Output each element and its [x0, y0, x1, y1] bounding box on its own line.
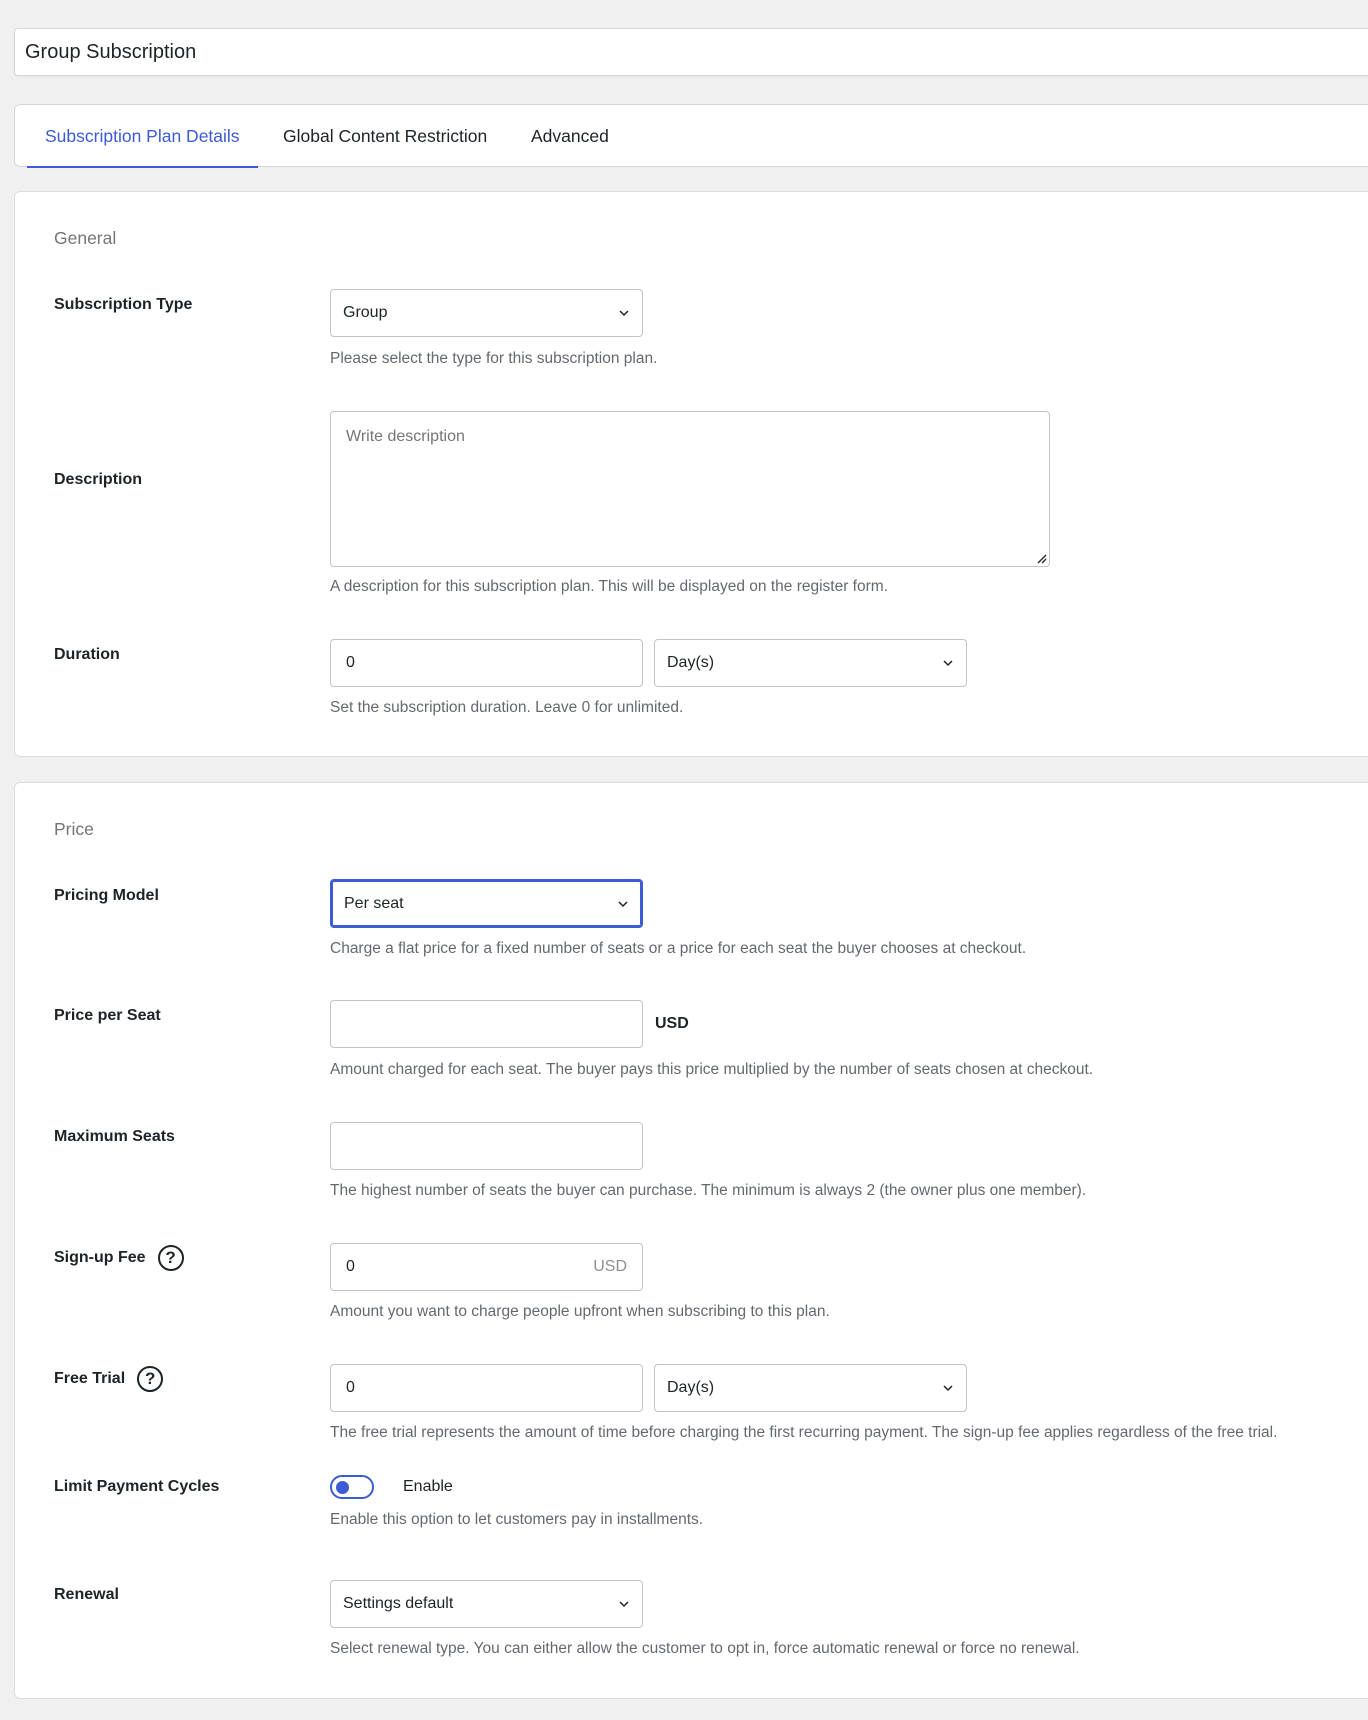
pricing-model-select[interactable]: Per seat [330, 879, 643, 928]
free-trial-value: 0 [346, 1379, 355, 1396]
signup-fee-label: Sign-up Fee ? [54, 1244, 184, 1272]
subscription-type-label: Subscription Type [54, 291, 192, 319]
signup-fee-value: 0 [346, 1258, 355, 1275]
subscription-type-value: Group [343, 304, 388, 321]
chevron-down-icon [943, 1385, 953, 1392]
chevron-down-icon [619, 310, 629, 317]
subscription-type-help: Please select the type for this subscrip… [330, 350, 658, 367]
signup-fee-input[interactable]: 0 USD [330, 1243, 643, 1291]
renewal-select[interactable]: Settings default [330, 1580, 643, 1628]
chevron-down-icon [618, 900, 628, 907]
limit-payment-cycles-toggle-label: Enable [403, 1478, 453, 1495]
duration-value: 0 [346, 654, 355, 671]
description-placeholder: Write description [346, 428, 465, 445]
tab-advanced[interactable]: Advanced [513, 105, 627, 167]
duration-input[interactable]: 0 [330, 639, 643, 687]
renewal-value: Settings default [343, 1595, 454, 1612]
subscription-type-select[interactable]: Group [330, 289, 643, 337]
tab-subscription-plan-details[interactable]: Subscription Plan Details [27, 105, 258, 168]
general-section: General Subscription Type Group Please s… [14, 191, 1368, 757]
chevron-down-icon [943, 660, 953, 667]
signup-fee-help: Amount you want to charge people upfront… [330, 1303, 830, 1320]
price-section-title: Price [54, 819, 94, 839]
help-icon[interactable]: ? [157, 1245, 184, 1271]
pricing-model-value: Per seat [344, 894, 404, 912]
duration-label-text: Duration [54, 646, 120, 663]
price-per-seat-label: Price per Seat [54, 1002, 161, 1030]
chevron-down-icon [619, 1601, 629, 1608]
price-section: Price Pricing Model Per seat Charge a fl… [14, 782, 1368, 1699]
price-per-seat-currency: USD [655, 1015, 689, 1032]
signup-fee-currency: USD [593, 1258, 627, 1275]
free-trial-help: The free trial represents the amount of … [330, 1424, 1278, 1441]
duration-unit-value: Day(s) [667, 654, 715, 671]
signup-fee-label-text: Sign-up Fee [54, 1249, 146, 1266]
renewal-help: Select renewal type. You can either allo… [330, 1640, 1080, 1657]
pricing-model-help: Charge a flat price for a fixed number o… [330, 940, 1027, 957]
description-help: A description for this subscription plan… [330, 578, 888, 595]
description-textarea[interactable]: Write description [330, 411, 1050, 567]
maximum-seats-label-text: Maximum Seats [54, 1128, 175, 1145]
pricing-model-label-text: Pricing Model [54, 887, 159, 904]
free-trial-label-text: Free Trial [54, 1370, 126, 1387]
resize-grip-icon[interactable] [1035, 552, 1047, 564]
toggle-knob [336, 1481, 349, 1494]
pricing-model-label: Pricing Model [54, 882, 159, 910]
price-per-seat-label-text: Price per Seat [54, 1007, 161, 1024]
limit-payment-cycles-toggle[interactable] [330, 1475, 374, 1499]
description-label-text: Description [54, 471, 143, 488]
general-section-title: General [54, 228, 117, 248]
free-trial-label: Free Trial ? [54, 1365, 164, 1393]
price-per-seat-input[interactable] [330, 1000, 643, 1048]
free-trial-unit-select[interactable]: Day(s) [654, 1364, 967, 1412]
limit-payment-cycles-help: Enable this option to let customers pay … [330, 1511, 704, 1528]
renewal-label: Renewal [54, 1581, 119, 1609]
subscription-type-label-text: Subscription Type [54, 296, 193, 313]
free-trial-unit-value: Day(s) [667, 1379, 715, 1396]
limit-payment-cycles-label: Limit Payment Cycles [54, 1473, 219, 1501]
duration-help: Set the subscription duration. Leave 0 f… [330, 699, 684, 716]
renewal-label-text: Renewal [54, 1586, 119, 1603]
price-per-seat-help: Amount charged for each seat. The buyer … [330, 1061, 1094, 1078]
limit-payment-cycles-label-text: Limit Payment Cycles [54, 1478, 220, 1495]
maximum-seats-help: The highest number of seats the buyer ca… [330, 1182, 1087, 1199]
free-trial-input[interactable]: 0 [330, 1364, 643, 1412]
plan-title-input[interactable]: Group Subscription [14, 28, 1368, 76]
description-label: Description [54, 466, 142, 494]
duration-label: Duration [54, 641, 120, 669]
tab-global-content-restriction[interactable]: Global Content Restriction [265, 105, 505, 167]
help-icon[interactable]: ? [137, 1366, 164, 1392]
duration-unit-select[interactable]: Day(s) [654, 639, 967, 687]
maximum-seats-input[interactable] [330, 1122, 643, 1170]
tab-bar: Subscription Plan Details Global Content… [14, 104, 1368, 168]
maximum-seats-label: Maximum Seats [54, 1123, 175, 1151]
